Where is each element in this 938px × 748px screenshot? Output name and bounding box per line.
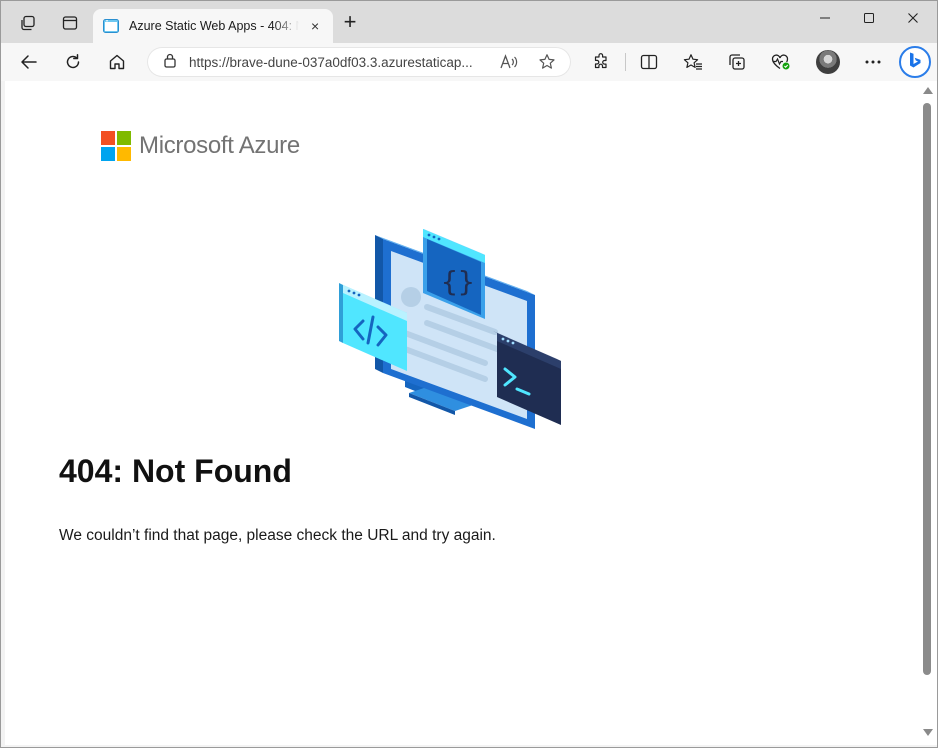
maximize-button[interactable] [847, 5, 891, 31]
read-aloud-icon[interactable] [499, 53, 519, 71]
extensions-icon[interactable] [587, 49, 615, 75]
scrollbar-thumb[interactable] [923, 103, 931, 675]
page-content: Microsoft Azure {} 404: Not Found We cou… [5, 81, 919, 745]
bing-icon [907, 51, 923, 74]
scroll-down-icon[interactable] [923, 729, 933, 736]
address-bar[interactable]: https://brave-dune-037a0df03.3.azurestat… [147, 47, 571, 77]
browser-toolbar: https://brave-dune-037a0df03.3.azurestat… [1, 43, 937, 81]
bing-copilot-button[interactable] [899, 46, 931, 78]
browser-window: Azure Static Web Apps - 404: Not Found ×… [0, 0, 938, 748]
collections-icon[interactable] [723, 49, 751, 75]
tab-active[interactable]: Azure Static Web Apps - 404: Not Found × [93, 9, 333, 43]
profile-avatar[interactable] [816, 50, 840, 74]
home-button[interactable] [103, 49, 131, 75]
tab-strip: Azure Static Web Apps - 404: Not Found ×… [1, 1, 937, 43]
workspaces-icon[interactable] [15, 10, 41, 36]
url-text[interactable]: https://brave-dune-037a0df03.3.azurestat… [189, 55, 491, 70]
static-web-apps-illustration: {} [339, 229, 561, 429]
favorites-icon[interactable] [679, 49, 707, 75]
scroll-up-icon[interactable] [923, 87, 933, 94]
brand-name: Microsoft Azure [139, 132, 300, 159]
favorite-star-icon[interactable] [537, 53, 557, 71]
split-screen-icon[interactable] [635, 49, 663, 75]
brand: Microsoft Azure [101, 131, 300, 161]
microsoft-logo-icon [101, 131, 131, 161]
minimize-button[interactable] [803, 5, 847, 31]
tab-close-icon[interactable]: × [307, 18, 323, 34]
lock-icon[interactable] [163, 52, 177, 73]
close-window-button[interactable] [891, 5, 935, 31]
toolbar-divider [625, 53, 626, 71]
refresh-button[interactable] [59, 49, 87, 75]
svg-text:{}: {} [441, 265, 475, 298]
tab-title: Azure Static Web Apps - 404: Not Found [129, 19, 299, 33]
back-button[interactable] [15, 49, 43, 75]
new-tab-button[interactable]: + [339, 11, 361, 34]
page-title: 404: Not Found [59, 453, 292, 489]
more-options-icon[interactable] [859, 49, 887, 75]
browser-essentials-icon[interactable] [767, 49, 795, 75]
tab-actions-icon[interactable] [57, 10, 83, 36]
vertical-scrollbar[interactable] [919, 81, 937, 745]
azure-static-web-apps-icon [103, 19, 119, 33]
error-message: We couldn’t find that page, please check… [59, 527, 496, 544]
